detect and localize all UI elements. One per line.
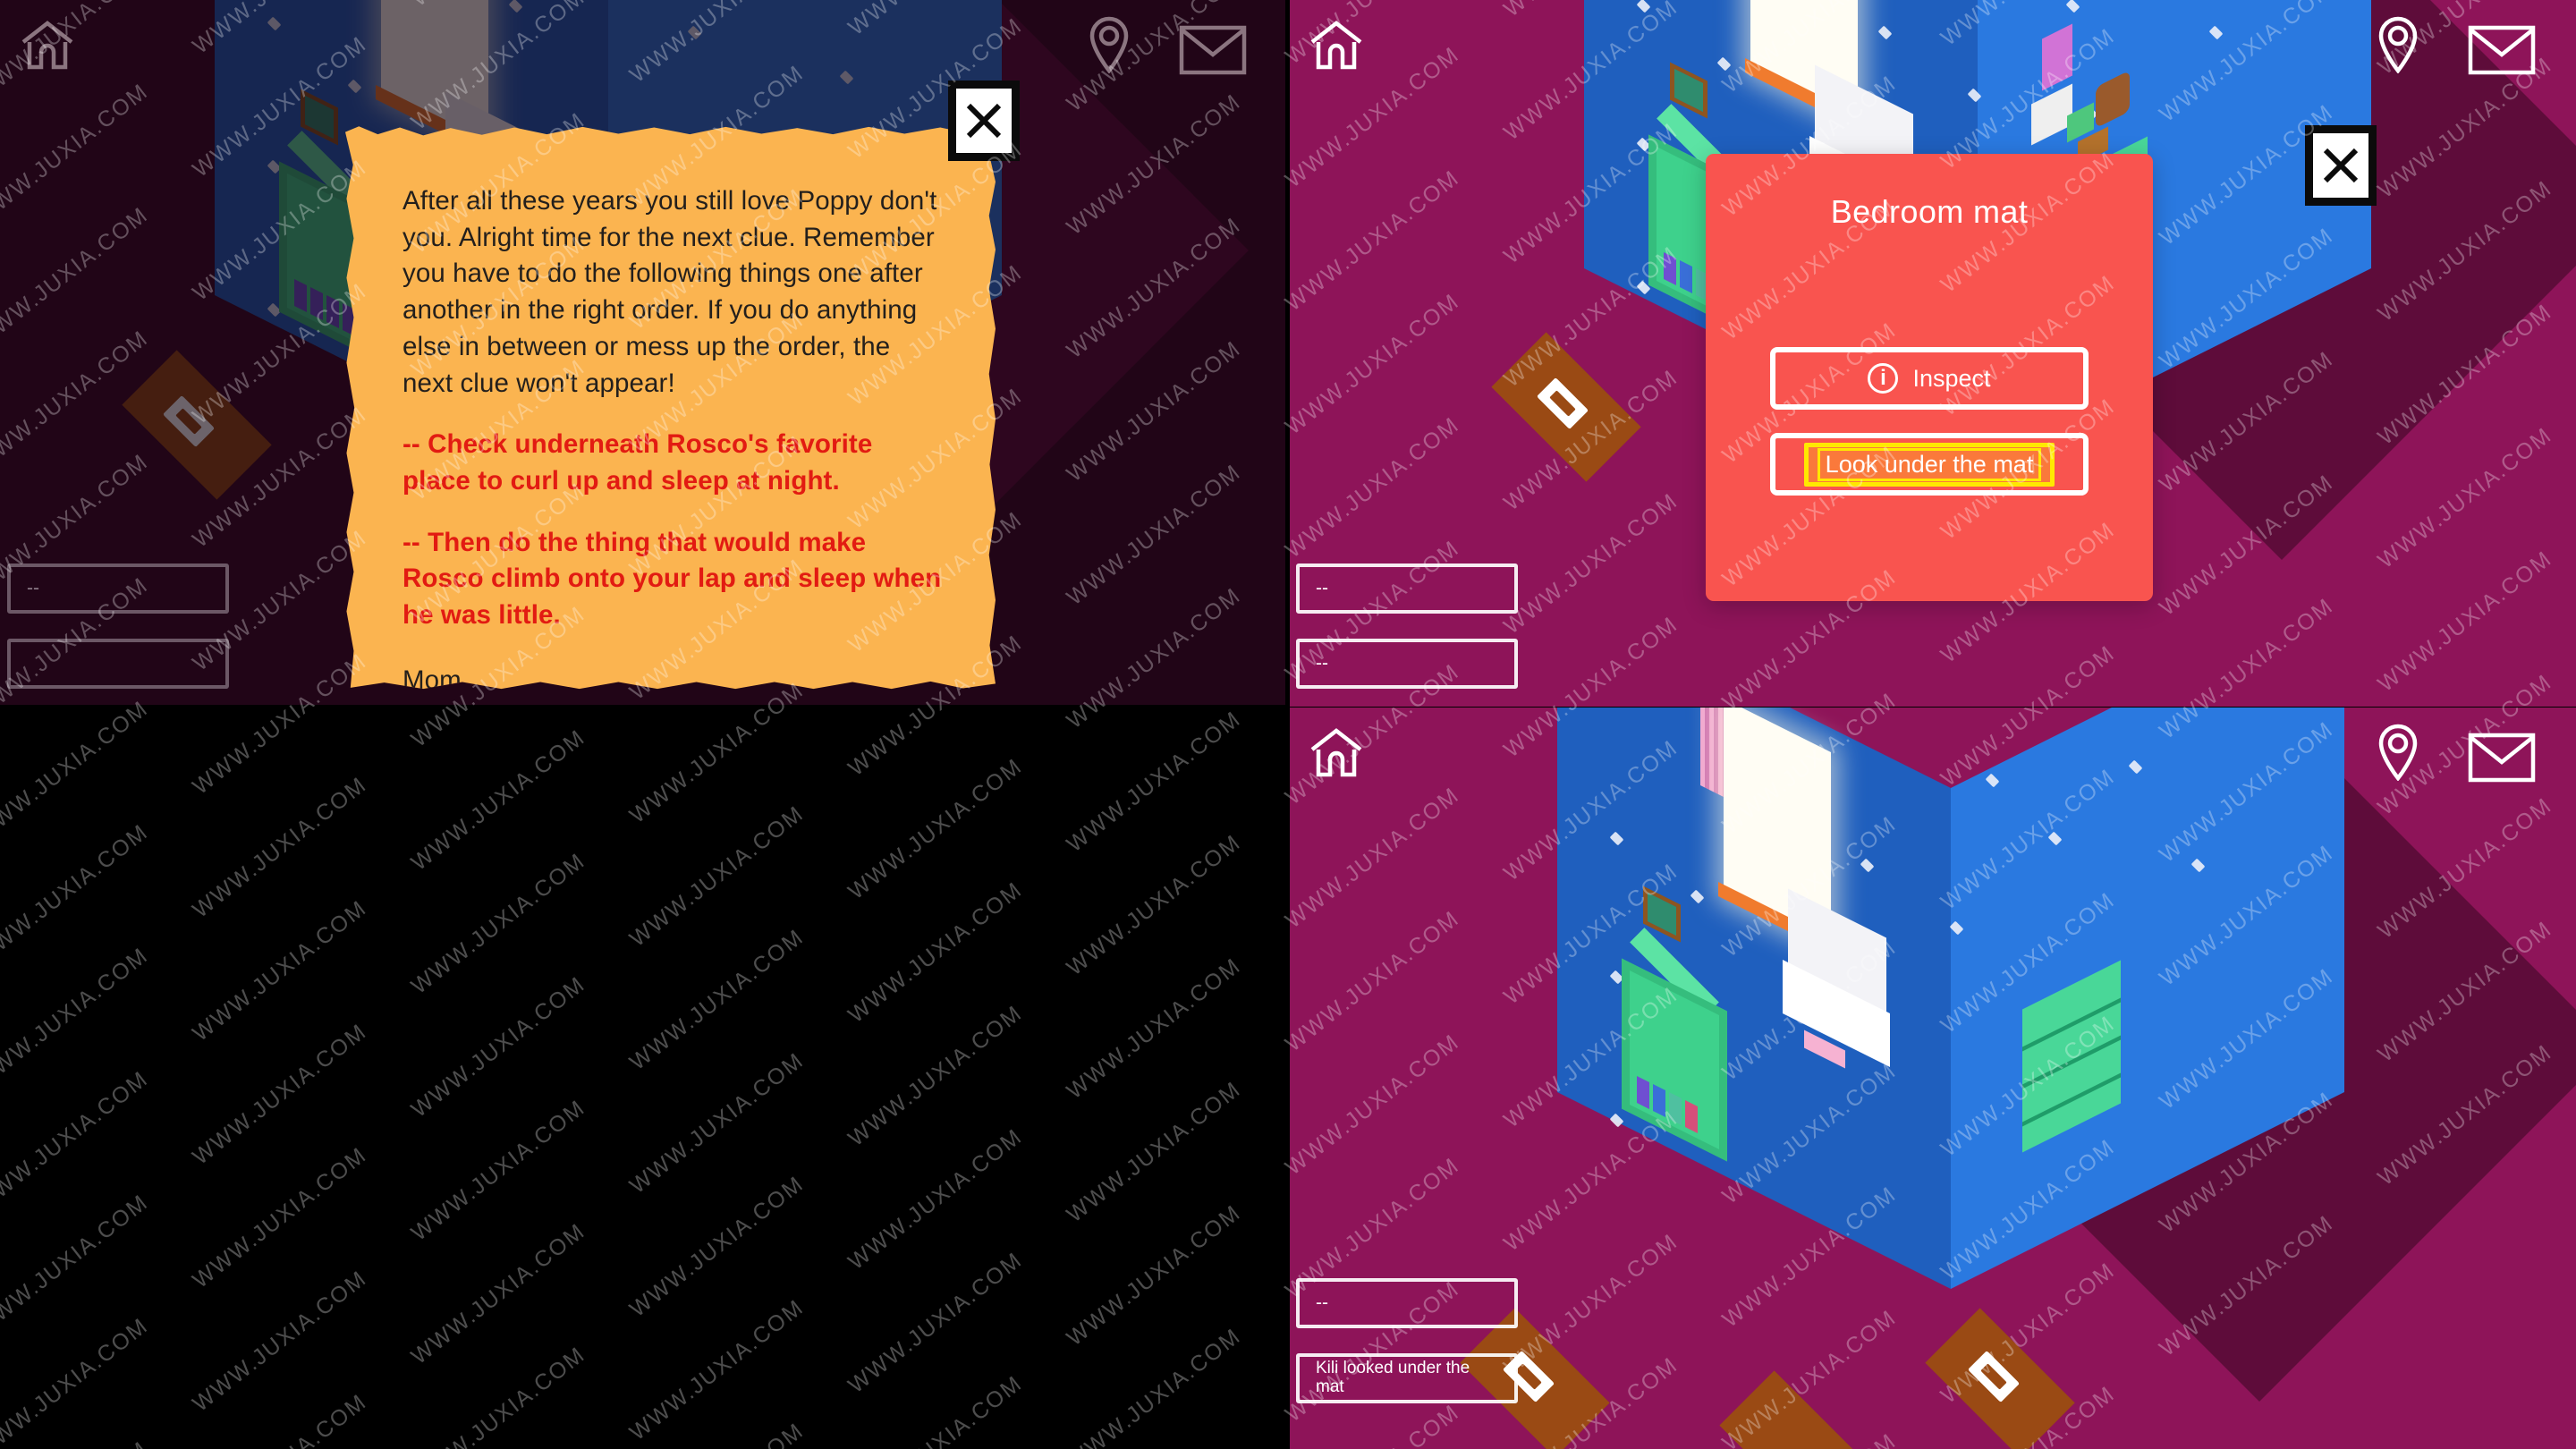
selection-highlight: Look under the mat xyxy=(1803,442,2055,487)
map-pin-icon[interactable] xyxy=(1088,16,1131,73)
panel-bottom-right: -- Kili looked under the mat Kili's chai… xyxy=(1289,708,2576,1449)
log-text: -- xyxy=(1316,578,1328,599)
dialog-actions: i Inspect Look under the mat xyxy=(1706,231,2153,496)
log-text: -- xyxy=(27,578,39,599)
option-look-under-mat[interactable]: Look under the mat xyxy=(1770,433,2089,496)
log-entry-2: Kili looked under the mat xyxy=(1296,1353,1518,1403)
note-paragraph-intro: After all these years you still love Pop… xyxy=(402,186,937,398)
home-icon[interactable] xyxy=(20,20,75,72)
floor-tile-center xyxy=(1719,1370,1869,1449)
close-icon xyxy=(966,103,1002,139)
close-note-button[interactable] xyxy=(948,80,1020,161)
option-label: Inspect xyxy=(1912,364,1991,392)
log-entry-2 xyxy=(7,639,229,689)
map-pin-icon[interactable] xyxy=(2377,16,2419,73)
panel-bottom-left xyxy=(0,708,1288,1449)
home-icon[interactable] xyxy=(1309,20,1364,72)
object-action-dialog: Bedroom mat i Inspect Look under the mat xyxy=(1706,154,2153,601)
note-clue-2: -- Then do the thing that would make Ros… xyxy=(402,527,942,631)
divider-vertical xyxy=(1285,0,1290,1449)
close-dialog-button[interactable] xyxy=(2305,125,2377,206)
mail-icon[interactable] xyxy=(2468,25,2536,75)
note-body: After all these years you still love Pop… xyxy=(345,126,996,689)
panel-top-left: -- After all these years you still love … xyxy=(0,0,1288,707)
mail-icon[interactable] xyxy=(2468,733,2536,783)
divider-horizontal xyxy=(0,705,1288,708)
note-clue-1: -- Check underneath Rosco's favorite pla… xyxy=(402,429,873,496)
screenshot-stage: -- After all these years you still love … xyxy=(0,0,2576,1449)
option-label: Look under the mat xyxy=(1817,447,2042,481)
option-inspect[interactable]: i Inspect xyxy=(1770,347,2089,410)
isometric-bedroom xyxy=(1460,708,2576,1449)
log-entry-1: -- xyxy=(7,564,229,614)
log-text: Kili looked under the mat xyxy=(1316,1359,1470,1396)
close-icon xyxy=(2323,148,2359,183)
info-icon: i xyxy=(1868,363,1899,394)
map-pin-icon[interactable] xyxy=(2377,724,2419,781)
dialog-title: Bedroom mat xyxy=(1830,193,2029,230)
mail-icon[interactable] xyxy=(1179,25,1247,75)
clue-note-paper: After all these years you still love Pop… xyxy=(345,126,996,690)
home-icon[interactable] xyxy=(1309,727,1364,779)
log-entry-1: -- xyxy=(1296,1278,1518,1328)
panel-top-right: -- -- Bedroom mat i Inspect Look under t… xyxy=(1289,0,2576,707)
log-entry-2: -- xyxy=(1296,639,1518,689)
log-text: -- xyxy=(1316,1292,1328,1314)
log-entry-1: -- xyxy=(1296,564,1518,614)
log-text: -- xyxy=(1316,653,1328,674)
